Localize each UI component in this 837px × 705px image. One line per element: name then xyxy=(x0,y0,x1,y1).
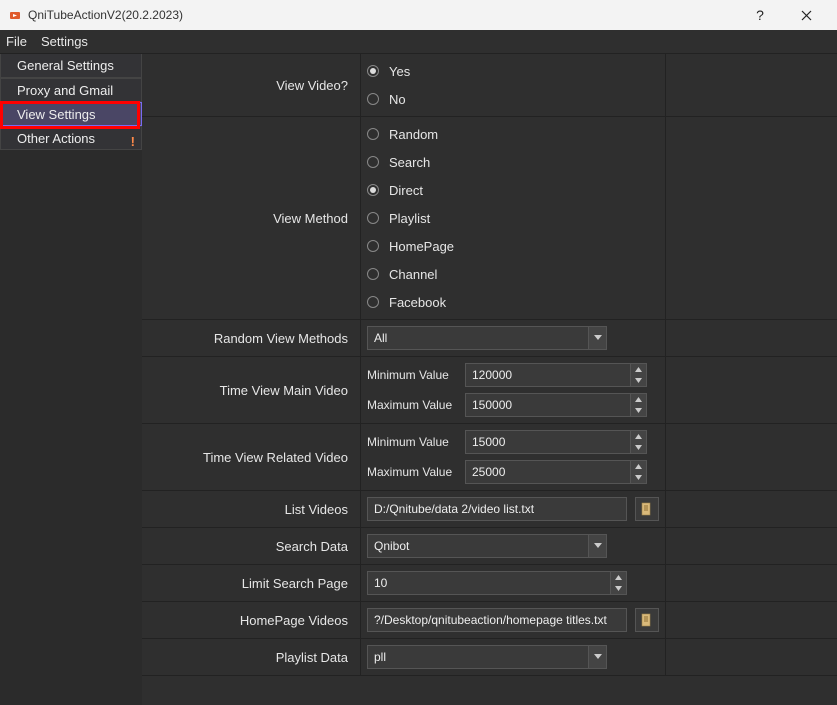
radio-method-search[interactable] xyxy=(367,156,379,168)
sidebar-item-label: General Settings xyxy=(17,58,114,73)
close-button[interactable] xyxy=(783,0,829,30)
radio-method-channel[interactable] xyxy=(367,268,379,280)
sidebar-item-view-settings[interactable]: View Settings xyxy=(0,102,142,126)
menu-bar: File Settings xyxy=(0,30,837,54)
radio-method-facebook[interactable] xyxy=(367,296,379,308)
chevron-down-icon[interactable] xyxy=(588,646,606,668)
label-view-video: View Video? xyxy=(142,54,360,116)
input-time-related-min[interactable] xyxy=(465,430,647,454)
radio-label[interactable]: HomePage xyxy=(389,239,454,254)
radio-label[interactable]: Yes xyxy=(389,64,410,79)
menu-settings[interactable]: Settings xyxy=(41,34,88,49)
label-search-data: Search Data xyxy=(142,528,360,564)
radio-label[interactable]: No xyxy=(389,92,406,107)
label-max: Maximum Value xyxy=(367,465,461,479)
radio-method-random[interactable] xyxy=(367,128,379,140)
label-time-related: Time View Related Video xyxy=(142,424,360,490)
spin-down[interactable] xyxy=(630,375,646,386)
radio-label[interactable]: Channel xyxy=(389,267,437,282)
radio-method-playlist[interactable] xyxy=(367,212,379,224)
input-homepage-videos[interactable] xyxy=(367,608,627,632)
radio-label[interactable]: Direct xyxy=(389,183,423,198)
help-button[interactable]: ? xyxy=(737,0,783,30)
sidebar-item-label: Proxy and Gmail xyxy=(17,83,113,98)
title-bar: QniTubeActionV2(20.2.2023) ? xyxy=(0,0,837,30)
label-list-videos: List Videos xyxy=(142,491,360,527)
spin-up[interactable] xyxy=(630,394,646,405)
spin-up[interactable] xyxy=(630,461,646,472)
close-icon xyxy=(801,10,812,21)
spin-up[interactable] xyxy=(630,431,646,442)
spin-up[interactable] xyxy=(610,572,626,583)
radio-label[interactable]: Random xyxy=(389,127,438,142)
sidebar: General Settings Proxy and Gmail View Se… xyxy=(0,54,142,705)
radio-label[interactable]: Facebook xyxy=(389,295,446,310)
radio-view-video-no[interactable] xyxy=(367,93,379,105)
radio-view-video-yes[interactable] xyxy=(367,65,379,77)
label-random-view-methods: Random View Methods xyxy=(142,320,360,356)
radio-method-homepage[interactable] xyxy=(367,240,379,252)
combo-search-data[interactable] xyxy=(367,534,607,558)
spin-down[interactable] xyxy=(610,583,626,594)
menu-file[interactable]: File xyxy=(6,34,27,49)
input-list-videos[interactable] xyxy=(367,497,627,521)
input-time-related-max[interactable] xyxy=(465,460,647,484)
radio-label[interactable]: Search xyxy=(389,155,430,170)
browse-button[interactable] xyxy=(635,608,659,632)
sidebar-item-general-settings[interactable]: General Settings xyxy=(0,54,142,78)
label-playlist-data: Playlist Data xyxy=(142,639,360,675)
combo-random-view-methods[interactable] xyxy=(367,326,607,350)
window-title: QniTubeActionV2(20.2.2023) xyxy=(28,8,737,22)
label-min: Minimum Value xyxy=(367,368,461,382)
browse-button[interactable] xyxy=(635,497,659,521)
warning-icon xyxy=(127,134,135,142)
sidebar-item-proxy-and-gmail[interactable]: Proxy and Gmail xyxy=(0,78,142,102)
app-icon xyxy=(8,8,22,22)
radio-label[interactable]: Playlist xyxy=(389,211,430,226)
label-min: Minimum Value xyxy=(367,435,461,449)
spin-down[interactable] xyxy=(630,472,646,483)
input-time-main-min[interactable] xyxy=(465,363,647,387)
chevron-down-icon[interactable] xyxy=(588,535,606,557)
sidebar-item-other-actions[interactable]: Other Actions xyxy=(0,126,142,150)
spin-down[interactable] xyxy=(630,442,646,453)
spin-down[interactable] xyxy=(630,405,646,416)
radio-method-direct[interactable] xyxy=(367,184,379,196)
file-icon xyxy=(641,502,653,516)
label-max: Maximum Value xyxy=(367,398,461,412)
label-limit-search-page: Limit Search Page xyxy=(142,565,360,601)
input-limit-search-page[interactable] xyxy=(367,571,627,595)
label-view-method: View Method xyxy=(142,117,360,319)
sidebar-item-label: View Settings xyxy=(17,107,96,122)
label-homepage-videos: HomePage Videos xyxy=(142,602,360,638)
sidebar-item-label: Other Actions xyxy=(17,131,95,146)
file-icon xyxy=(641,613,653,627)
label-time-main: Time View Main Video xyxy=(142,357,360,423)
chevron-down-icon[interactable] xyxy=(588,327,606,349)
input-time-main-max[interactable] xyxy=(465,393,647,417)
settings-panel: View Video? Yes No View Method Random Se… xyxy=(142,54,837,705)
spin-up[interactable] xyxy=(630,364,646,375)
combo-playlist-data[interactable] xyxy=(367,645,607,669)
